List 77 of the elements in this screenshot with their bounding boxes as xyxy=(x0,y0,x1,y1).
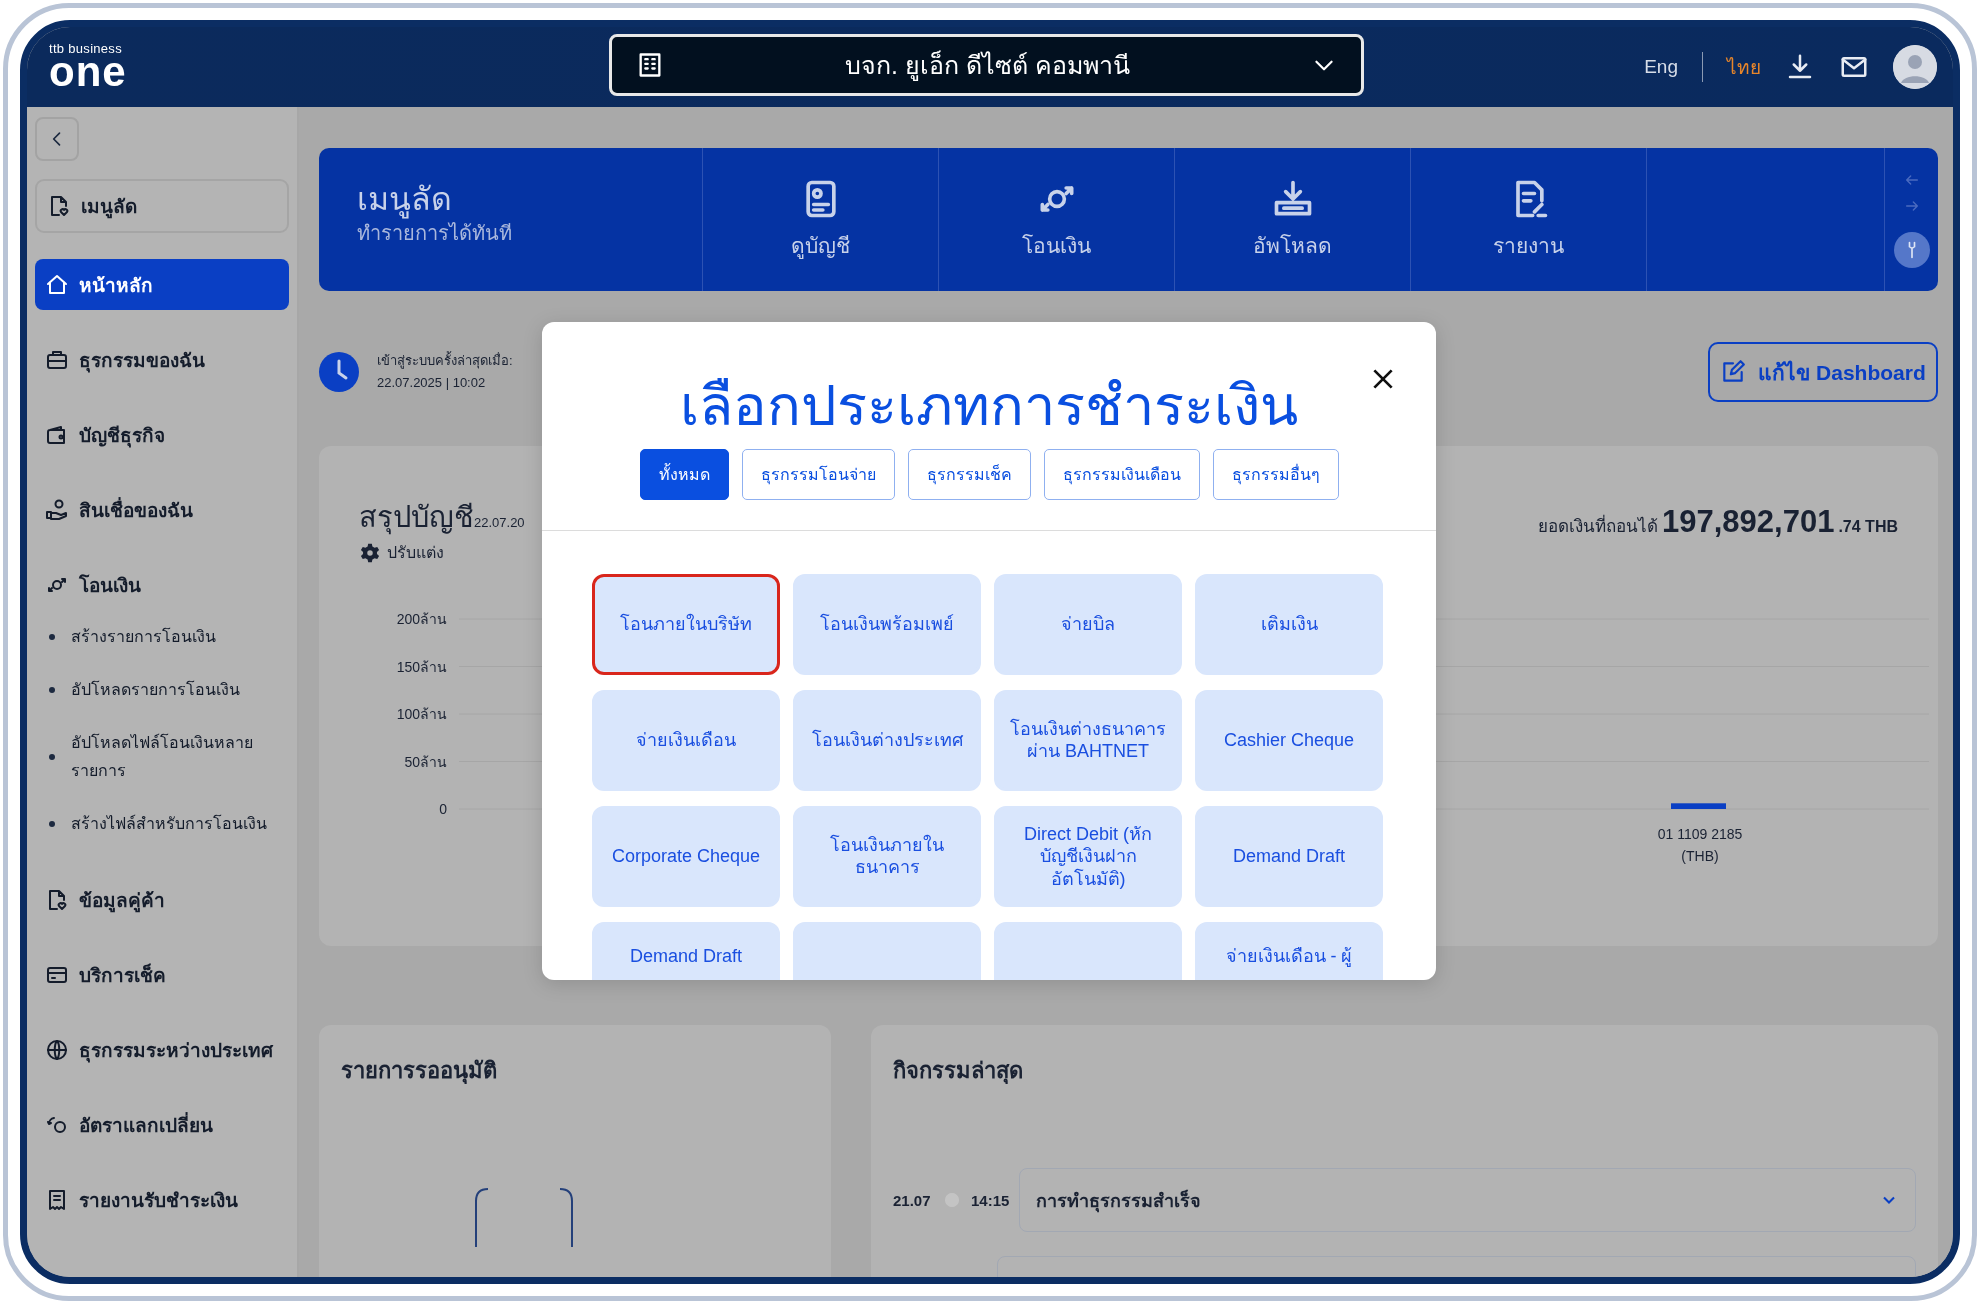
wrench-button[interactable] xyxy=(1893,231,1930,268)
payment-type-card[interactable]: Corporate Cheque xyxy=(592,805,780,907)
payment-type-card[interactable]: โอนเงินภายในธนาคาร xyxy=(793,805,981,907)
shortcut-button[interactable]: โอนเงิน xyxy=(938,148,1174,291)
edit-icon xyxy=(1720,359,1747,385)
sidebar-item[interactable]: โอนเงิน xyxy=(35,559,289,610)
x-axis-label: 01 1109 2185 (THB) xyxy=(1656,825,1744,866)
payment-type-card[interactable]: จ่ายเงินเดือน - ผู้ xyxy=(1195,921,1383,980)
y-axis-label: 150ล้าน xyxy=(396,658,447,675)
sidebar-item[interactable]: อัตราแลกเปลี่ยน xyxy=(35,1099,289,1150)
filter-tab[interactable]: ธุรกรรมอื่นๆ xyxy=(1212,448,1339,500)
clock-icon xyxy=(319,352,359,392)
sidebar-item[interactable]: สินเชื่อของฉัน xyxy=(35,484,289,535)
sidebar-subitem[interactable]: อัปโหลดไฟล์โอนเงินหลายรายการ xyxy=(71,729,267,785)
balance-label: ยอดเงินที่ถอนได้ xyxy=(1538,512,1658,539)
globe-icon xyxy=(45,1037,69,1062)
company-select[interactable]: บจก. ยูเอ็ก ดีไซต์ คอมพานี xyxy=(609,34,1364,96)
payment-type-card[interactable]: โอนเงินพร้อมเพย์ xyxy=(793,573,981,675)
sidebar-item[interactable]: รายงานรับชำระเงิน xyxy=(35,1174,289,1225)
bullet-icon xyxy=(49,634,55,640)
sidebar-subitem[interactable]: สร้างไฟล์สำหรับการโอนเงิน xyxy=(71,810,267,838)
y-axis-label: 0 xyxy=(439,801,447,817)
bullet-icon xyxy=(49,754,55,760)
y-axis-label: 200ล้าน xyxy=(396,611,447,627)
balance-amount: 197,892,701 xyxy=(1662,504,1835,540)
hand-coin-icon xyxy=(45,497,69,522)
filter-tab[interactable]: ธุรกรรมเช็ค xyxy=(907,448,1031,500)
shortcut-button[interactable]: อัพโหลด xyxy=(1174,148,1410,291)
y-axis-label: 100ล้าน xyxy=(396,706,447,722)
card-title: รายการรออนุมัติ xyxy=(341,1057,498,1086)
sidebar-item[interactable]: ข้อมูลคู่ค้า xyxy=(35,874,289,925)
customize-link[interactable]: ปรับแต่ง xyxy=(359,540,444,565)
payment-type-card[interactable]: โอนเงินต่างประเทศ xyxy=(793,689,981,791)
filter-tab[interactable]: ธุรกรรมเงินเดือน xyxy=(1043,448,1200,500)
filter-tab[interactable]: ธุรกรรมโอนจ่าย xyxy=(741,448,895,500)
card-title: กิจกรรมล่าสุด xyxy=(893,1057,1024,1086)
edit-dashboard-button[interactable]: แก้ไข Dashboard xyxy=(1708,342,1938,402)
sidebar-item[interactable]: ธุรกรรมระหว่างประเทศ xyxy=(35,1024,289,1075)
bullet-icon xyxy=(49,821,55,827)
sidebar-item[interactable]: ธุรกรรมของฉัน xyxy=(35,334,289,385)
shortcut-button[interactable]: ดูบัญชี xyxy=(702,148,938,291)
activity-dropdown[interactable]: การทำธุรกรรมสำเร็จ xyxy=(1019,1168,1916,1232)
banner-title: เมนูลัด xyxy=(357,182,453,218)
payment-type-card[interactable]: โอนเงินต่างธนาคารผ่าน BAHTNET xyxy=(994,689,1182,791)
payment-type-card[interactable]: จ่ายบิล xyxy=(994,573,1182,675)
payment-type-card[interactable]: จ่ายเงินเดือน xyxy=(592,689,780,791)
sidebar-item[interactable]: บัญชีธุรกิจ xyxy=(35,409,289,460)
sidebar-subitem[interactable]: สร้างรายการโอนเงิน xyxy=(71,623,267,651)
summary-date: 22.07.20 xyxy=(474,515,525,530)
house-icon xyxy=(45,272,69,297)
shortcut-button[interactable]: รายงาน xyxy=(1410,148,1646,291)
payment-type-card[interactable]: Direct Debit (หักบัญชีเงินฝากอัตโนมัติ) xyxy=(994,805,1182,907)
last-login-time: 22.07.2025 | 10:02 xyxy=(377,374,486,392)
avatar[interactable] xyxy=(1893,45,1937,89)
sidebar-subitem[interactable]: อัปโหลดรายการโอนเงิน xyxy=(71,676,267,704)
summary-title: สรุปบัญชี xyxy=(359,500,474,537)
payment-type-card[interactable]: Demand Draft xyxy=(592,921,780,980)
payment-type-card[interactable]: Cashier Cheque xyxy=(1195,689,1383,791)
modal-title: เลือกประเภทการชำระเงิน xyxy=(679,373,1299,439)
activity-time: 14:15 xyxy=(971,1191,1011,1209)
payment-type-card[interactable]: Demand Draft xyxy=(1195,805,1383,907)
collapse-button[interactable] xyxy=(35,117,79,161)
activity-date: 21.07 xyxy=(893,1191,932,1209)
sidebar-item[interactable]: บริการเช็ค xyxy=(35,949,289,1000)
balance-decimals: .74 THB xyxy=(1838,518,1898,536)
shortcut-menu-item[interactable]: เมนูลัด xyxy=(35,179,289,233)
payment-type-card[interactable]: โอนภายในบริษัท xyxy=(592,573,780,675)
y-axis-label: 50ล้าน xyxy=(404,753,447,770)
language-option[interactable]: Eng xyxy=(1644,56,1678,78)
last-login-label: เข้าสู่ระบบครั้งล่าสุดเมื่อ: xyxy=(377,350,513,371)
language-option[interactable]: ไทย xyxy=(1727,52,1761,82)
bullet-icon xyxy=(49,687,55,693)
filter-tab[interactable]: ทั้งหมด xyxy=(639,448,729,500)
payment-type-card[interactable]: เติมเงิน xyxy=(1195,573,1383,675)
banner-subtitle: ทำรายการได้ทันที xyxy=(357,221,513,247)
gear-icon xyxy=(359,541,381,564)
sidebar-item[interactable]: หน้าหลัก xyxy=(35,259,289,310)
